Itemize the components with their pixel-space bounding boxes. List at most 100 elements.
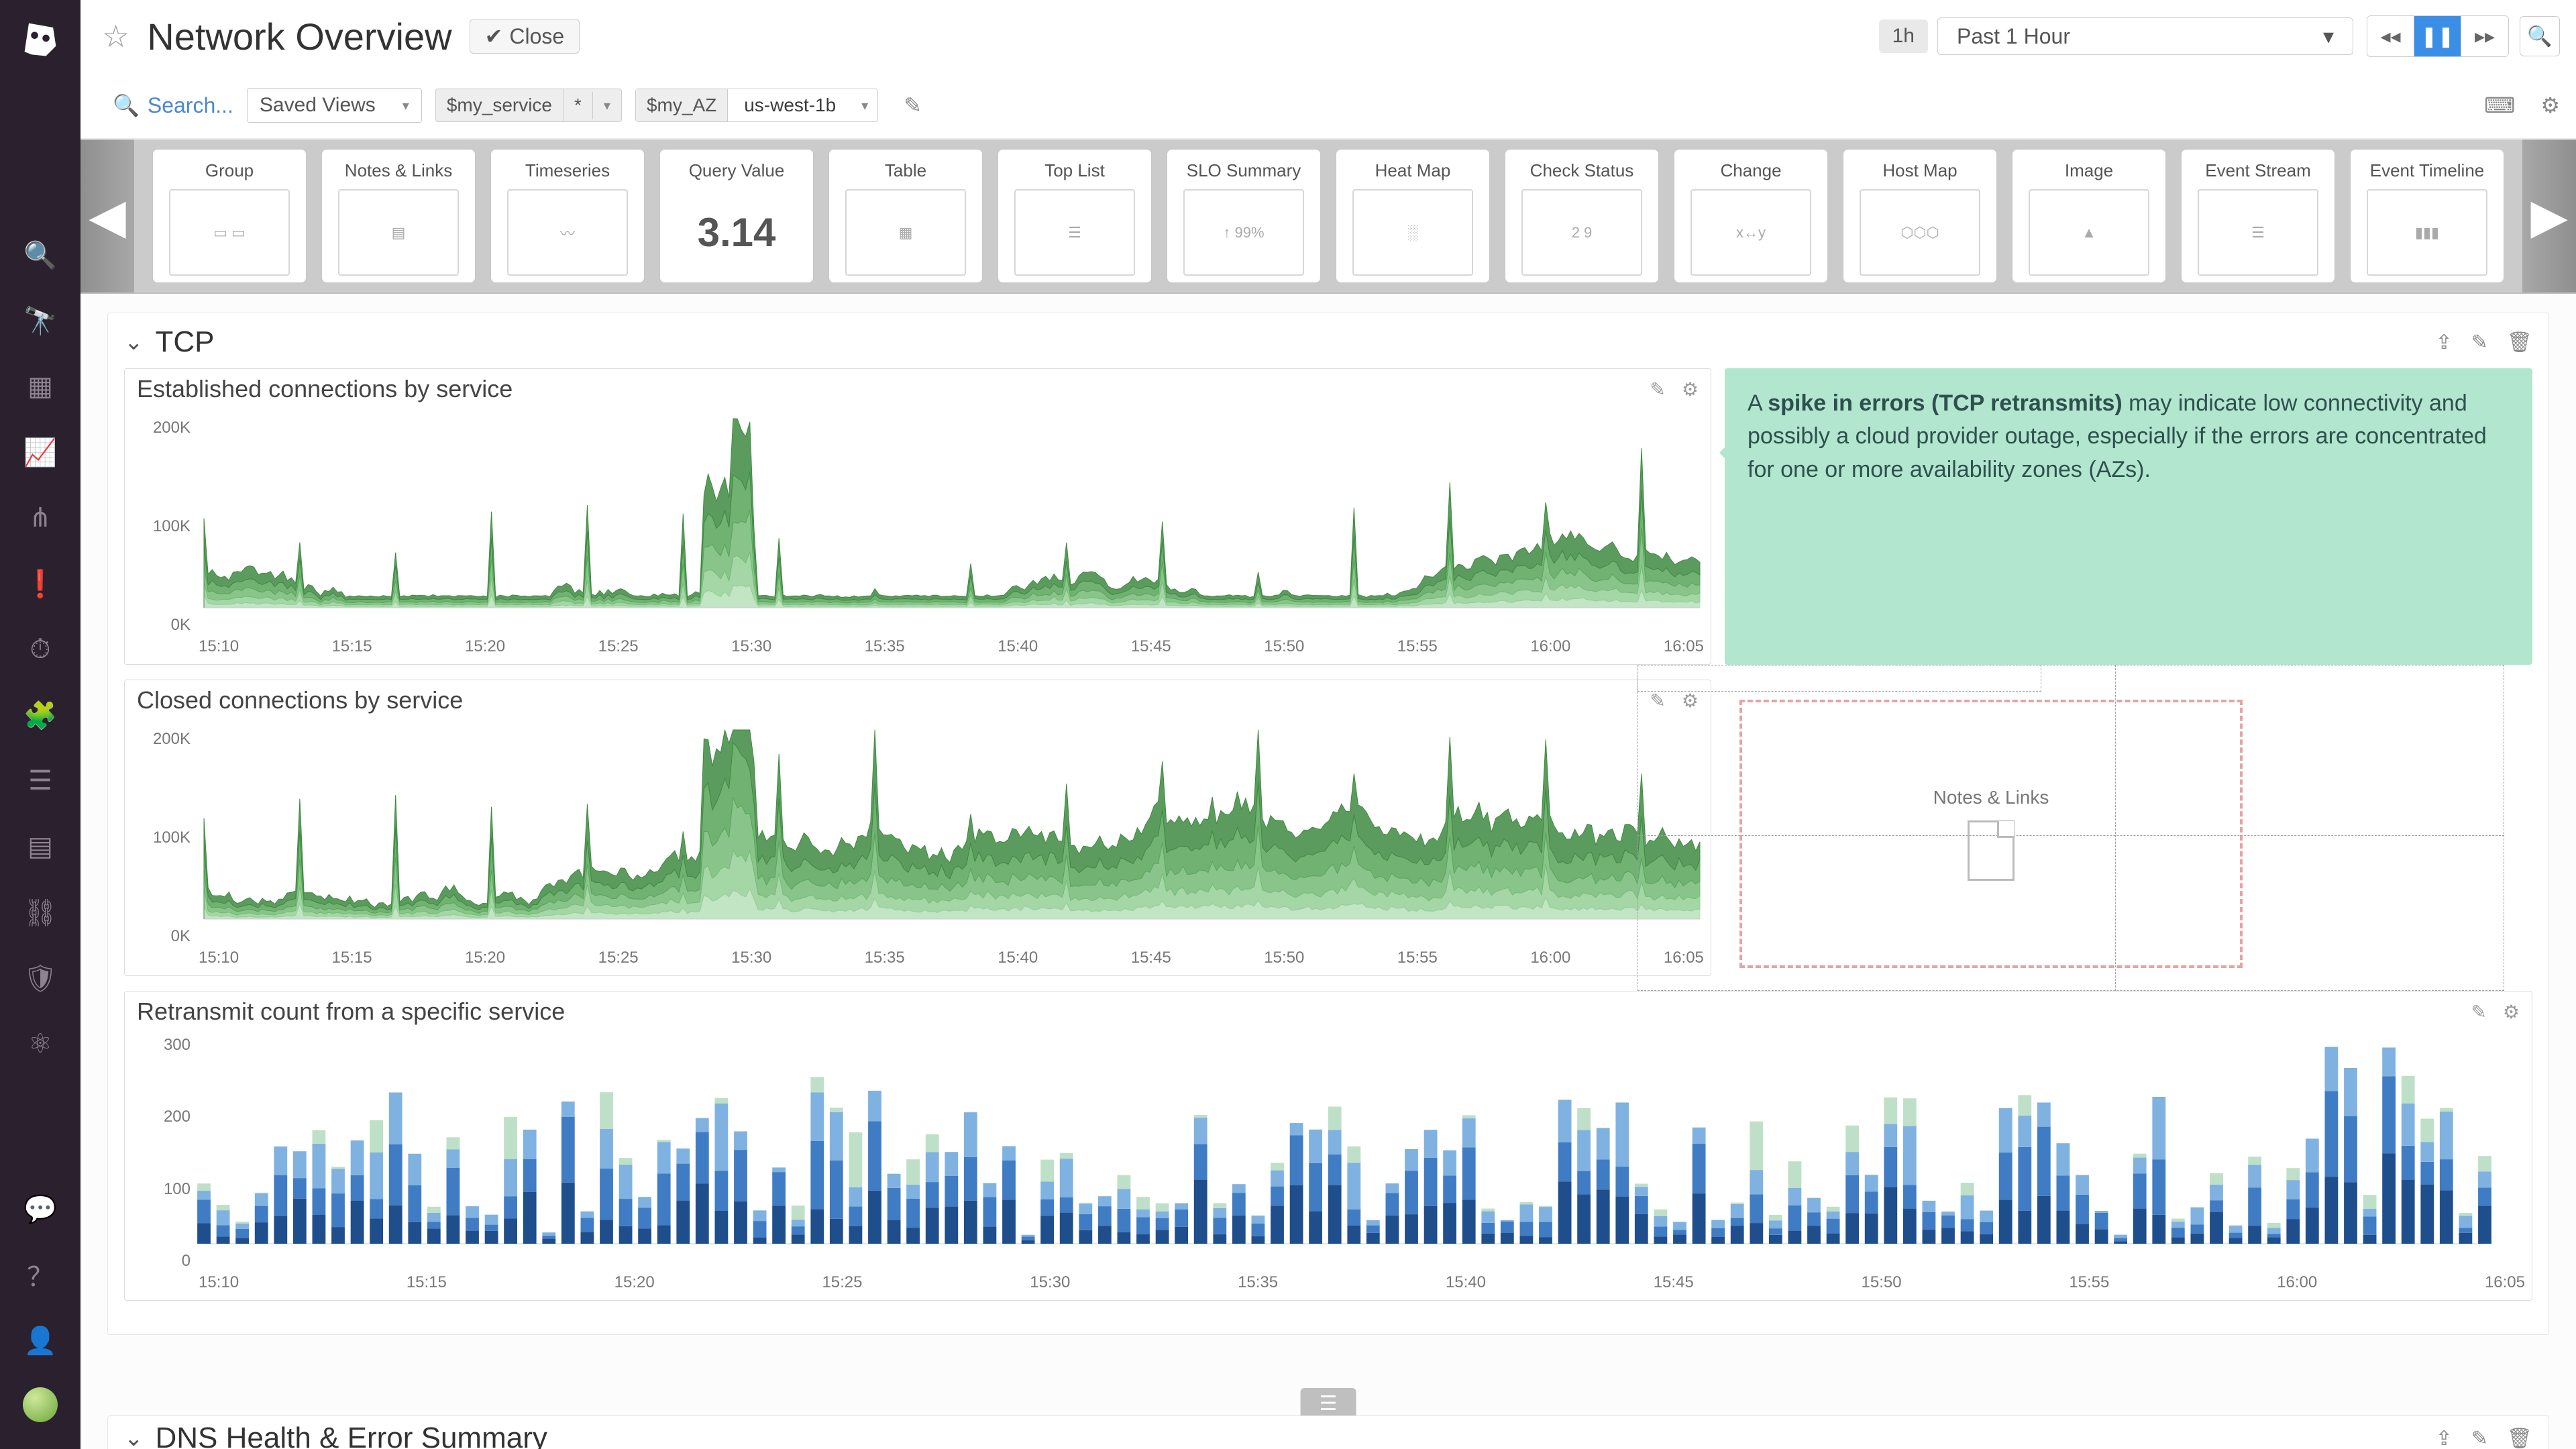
list-icon[interactable]: ☰	[21, 762, 59, 800]
pencil-icon[interactable]: ✎	[1650, 378, 1665, 400]
avatar[interactable]	[23, 1387, 58, 1422]
atom-icon[interactable]: ⚛	[21, 1025, 59, 1063]
palette-eventstream[interactable]: Event Stream☰	[2181, 149, 2335, 283]
palette-change[interactable]: Changex↔y	[1674, 149, 1828, 283]
widget-retransmit: Retransmit count from a specific service…	[124, 991, 2532, 1301]
palette-heatmap[interactable]: Heat Map░	[1336, 149, 1490, 283]
pencil-icon[interactable]: ✎	[1650, 690, 1665, 712]
var-az-selector[interactable]: $my_AZ us-west-1b ▾	[635, 89, 878, 122]
logo-datadog[interactable]	[15, 13, 66, 64]
gear-icon[interactable]: ⚙	[2540, 93, 2560, 118]
xtick: 15:10	[199, 637, 239, 661]
page-title: Network Overview	[147, 15, 451, 58]
ytick: 0K	[130, 927, 191, 946]
xtick: 15:35	[1238, 1273, 1278, 1297]
collapse-handle-icon[interactable]: ☰	[1301, 1388, 1356, 1415]
palette-notes[interactable]: Notes & Links▤	[321, 149, 476, 283]
ytick: 100	[130, 1180, 191, 1199]
alert-icon[interactable]: ❗	[21, 565, 59, 602]
palette-scroll-right[interactable]: ▶	[2522, 140, 2576, 292]
gear-icon[interactable]: ⚙	[1682, 378, 1699, 400]
xtick: 15:30	[731, 637, 771, 661]
palette-item-label: Table	[885, 160, 926, 181]
zoom-button[interactable]: 🔍	[2520, 16, 2560, 56]
infra-icon[interactable]: ⛓	[21, 894, 59, 931]
var-az-value: us-west-1b	[728, 89, 852, 121]
xtick: 16:00	[1530, 949, 1570, 973]
puzzle-icon[interactable]: 🧩	[21, 696, 59, 734]
pencil-icon[interactable]: ✎	[2471, 1427, 2488, 1449]
time-pause-button[interactable]: ❚❚	[2414, 16, 2461, 56]
shield-icon[interactable]: 🛡	[21, 959, 59, 997]
palette-item-thumb: ▦	[845, 189, 966, 276]
trash-icon[interactable]: 🗑	[2507, 1427, 2532, 1449]
user-icon[interactable]: 👤	[21, 1322, 59, 1359]
area-chart-icon[interactable]: 📈	[21, 433, 59, 471]
var-service-selector[interactable]: $my_service * ▾	[435, 89, 622, 122]
pencil-icon[interactable]: ✎	[2471, 1001, 2486, 1023]
time-forward-button[interactable]: ▸▸	[2461, 16, 2508, 56]
pencil-icon[interactable]: ✎	[2471, 331, 2488, 354]
xtick: 16:00	[1530, 637, 1570, 661]
palette-item-thumb: ⬡⬡⬡	[1860, 189, 1980, 276]
keyboard-icon[interactable]: ⌨	[2484, 93, 2515, 118]
palette-scroll-left[interactable]: ◀	[80, 140, 134, 292]
xtick: 15:20	[614, 1273, 655, 1297]
help-icon[interactable]: ？	[21, 1256, 59, 1293]
xtick: 16:05	[1664, 949, 1704, 973]
export-icon[interactable]: ⇪	[2436, 331, 2453, 354]
section-dns: ⌄ DNS Health & Error Summary ⇪ ✎ 🗑	[107, 1415, 2549, 1449]
search-icon[interactable]: 🔍	[21, 236, 59, 274]
search-trigger[interactable]: 🔍 Search...	[113, 93, 233, 118]
book-icon[interactable]: ▤	[21, 828, 59, 865]
dashboard-icon[interactable]: ▦	[21, 368, 59, 405]
palette-checkstatus[interactable]: Check Status2 9	[1505, 149, 1659, 283]
chevron-down-icon: ▾	[592, 92, 621, 119]
drop-target-notes[interactable]: Notes & Links	[1739, 700, 2243, 968]
saved-views-dropdown[interactable]: Saved Views ▾	[247, 88, 422, 123]
palette-toplist[interactable]: Top List☰	[998, 149, 1152, 283]
chevron-down-icon: ▾	[2323, 23, 2334, 49]
chevron-down-icon: ▾	[852, 92, 877, 119]
pencil-icon[interactable]: ✎	[904, 93, 922, 118]
ytick: 100K	[130, 517, 191, 536]
palette-eventtimeline[interactable]: Event Timeline▮▮▮	[2350, 149, 2504, 283]
chevron-down-icon[interactable]: ⌄	[124, 329, 144, 356]
binoculars-icon[interactable]: 🔭	[21, 302, 59, 339]
xtick: 15:15	[332, 637, 372, 661]
palette-timeseries[interactable]: Timeseries 〰︎	[490, 149, 645, 283]
xtick: 15:40	[1446, 1273, 1486, 1297]
palette-item-thumb: 3.14	[676, 189, 797, 276]
xtick: 15:30	[731, 949, 771, 973]
time-back-button[interactable]: ◂◂	[2367, 16, 2414, 56]
star-icon[interactable]: ☆	[102, 18, 129, 54]
palette-item-thumb: ↑ 99%	[1183, 189, 1304, 276]
palette-hostmap[interactable]: Host Map⬡⬡⬡	[1843, 149, 1997, 283]
gauge-icon[interactable]: ⏱	[21, 631, 59, 668]
nav-footer: 💬 ？ 👤	[21, 1190, 59, 1422]
xtick: 15:10	[199, 1273, 239, 1297]
palette-item-label: Timeseries	[525, 160, 610, 181]
palette-item-thumb: ☰	[2198, 189, 2318, 276]
palette-slo[interactable]: SLO Summary↑ 99%	[1167, 149, 1321, 283]
palette-group[interactable]: Group▭ ▭	[152, 149, 307, 283]
close-button[interactable]: ✔ Close	[470, 19, 580, 54]
xtick: 15:45	[1131, 949, 1171, 973]
time-quick-chip[interactable]: 1h	[1879, 19, 1928, 53]
palette-item-label: Event Timeline	[2370, 160, 2485, 181]
ytick: 200	[130, 1108, 191, 1126]
palette-table[interactable]: Table ▦	[828, 149, 983, 283]
time-range-dropdown[interactable]: Past 1 Hour ▾	[1937, 17, 2353, 55]
chevron-down-icon[interactable]: ⌄	[124, 1425, 144, 1449]
trash-icon[interactable]: 🗑	[2507, 331, 2532, 354]
xtick: 15:45	[1654, 1273, 1694, 1297]
chat-icon[interactable]: 💬	[21, 1190, 59, 1228]
gear-icon[interactable]: ⚙	[2503, 1001, 2520, 1023]
export-icon[interactable]: ⇪	[2436, 1427, 2453, 1449]
nodes-icon[interactable]: ⋔	[21, 499, 59, 537]
gear-icon[interactable]: ⚙	[1682, 690, 1699, 712]
xtick: 15:35	[865, 949, 905, 973]
palette-image[interactable]: Image▲	[2012, 149, 2166, 283]
palette-item-thumb: 〰︎	[507, 189, 628, 276]
palette-queryvalue[interactable]: Query Value3.14	[659, 149, 814, 283]
